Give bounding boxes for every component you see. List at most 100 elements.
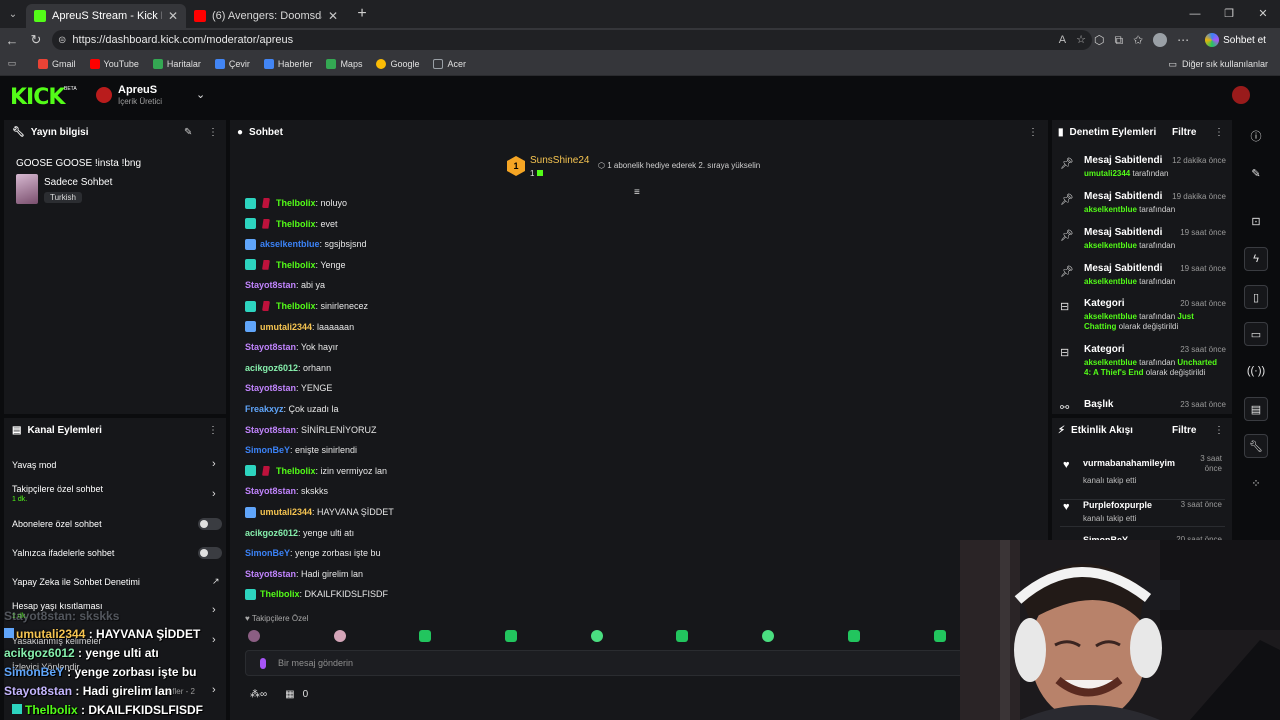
more-options-icon[interactable]: ⋮ <box>208 425 218 436</box>
profile-icon[interactable] <box>1153 33 1168 47</box>
chevron-right-icon[interactable]: › <box>212 684 216 696</box>
close-window-icon[interactable]: ✕ <box>1246 0 1280 28</box>
favorites-icon[interactable]: ✩ <box>1133 33 1143 47</box>
chat-username[interactable]: Thelbolix <box>276 466 316 476</box>
read-aloud-icon[interactable]: A <box>1059 30 1066 50</box>
chat-username[interactable]: Thelbolix <box>276 198 316 208</box>
mod-log-icon[interactable]: ▯ <box>1244 285 1268 309</box>
activity-user[interactable]: Purplefoxpurple <box>1083 500 1152 510</box>
edit-icon[interactable]: ✎ <box>1244 161 1268 185</box>
chat-username[interactable]: Thelbolix <box>276 219 316 229</box>
emote[interactable] <box>934 630 946 642</box>
chevron-right-icon[interactable]: › <box>212 634 216 646</box>
maximize-icon[interactable]: ❐ <box>1212 0 1246 28</box>
chat-username[interactable]: Stayot8stan <box>245 486 296 496</box>
chat-username[interactable]: umutali2344 <box>260 322 312 332</box>
bookmark-google[interactable]: Google <box>376 58 419 69</box>
chevron-right-icon[interactable]: › <box>212 458 216 470</box>
bookmark-gmail[interactable]: Gmail <box>38 58 76 69</box>
chat-icon[interactable]: ▭ <box>1244 322 1268 346</box>
apps-icon[interactable]: ⁘ <box>1244 471 1268 495</box>
emote[interactable] <box>848 630 860 642</box>
chat-username[interactable]: acikgoz6012 <box>245 363 298 373</box>
chat-username[interactable]: Thelbolix <box>260 589 300 599</box>
chat-username[interactable]: Stayot8stan <box>245 342 296 352</box>
collections-icon[interactable]: ⧉ <box>1114 33 1123 48</box>
channel-switcher-chevron-icon[interactable]: ⌄ <box>196 88 205 101</box>
browser-tab-youtube[interactable]: (6) Avengers: Doomsday | 18 Aralık ✕ <box>186 4 346 28</box>
mod-action-user[interactable]: akselkentblue <box>1084 358 1137 367</box>
browser-tab-kick[interactable]: ApreuS Stream - Kick Dashboard ✕ <box>26 4 186 28</box>
bookmark-haberler[interactable]: Haberler <box>263 58 312 69</box>
chevron-right-icon[interactable]: › <box>212 604 216 616</box>
activity-filter-button[interactable]: Filtre <box>1172 425 1196 436</box>
edit-icon[interactable]: ✎ <box>184 127 192 138</box>
screen-capture-icon[interactable]: ⊡ <box>1244 209 1268 233</box>
category-name[interactable]: Sadece Sohbet <box>44 177 112 188</box>
more-options-icon[interactable]: ⋮ <box>1028 127 1038 138</box>
copilot-button[interactable]: Sohbet et <box>1199 33 1272 47</box>
mod-action-user[interactable]: akselkentblue <box>1084 312 1137 321</box>
chat-username[interactable]: SimonBeY <box>245 445 290 455</box>
ai-moderation-row[interactable]: Yapay Zeka ile Sohbet Denetimi <box>12 577 140 587</box>
emote[interactable] <box>591 630 603 642</box>
emote[interactable] <box>676 630 688 642</box>
extensions-icon[interactable]: ⬡ <box>1094 33 1104 47</box>
layout-icon[interactable]: ▤ <box>1244 397 1268 421</box>
broadcast-icon[interactable]: ((·)) <box>1244 359 1268 383</box>
chat-input[interactable]: Bir mesaj gönderin <box>245 650 965 676</box>
more-options-icon[interactable]: ⋮ <box>1214 425 1224 436</box>
chat-username[interactable]: Stayot8stan <box>245 383 296 393</box>
kick-logo[interactable]: KICK <box>10 85 65 110</box>
chat-username[interactable]: Freakxyz <box>245 404 284 414</box>
chat-username[interactable]: Thelbolix <box>276 260 316 270</box>
chat-username[interactable]: SimonBeY <box>245 548 290 558</box>
subscribers-only-toggle[interactable] <box>198 518 222 530</box>
emote[interactable] <box>248 630 260 642</box>
chevron-right-icon[interactable]: › <box>212 488 216 500</box>
quick-actions-icon[interactable]: ϟ <box>1244 247 1268 271</box>
more-icon[interactable]: ⋯ <box>1177 33 1189 47</box>
channel-name[interactable]: ApreuS <box>118 84 157 96</box>
chat-username[interactable]: Stayot8stan <box>245 425 296 435</box>
users-icon[interactable]: ⁂∞ <box>250 689 267 700</box>
mod-filter-button[interactable]: Filtre <box>1172 127 1196 138</box>
bookmark-maps[interactable]: Maps <box>326 58 362 69</box>
bookmark-cevir[interactable]: Çevir <box>214 58 250 69</box>
collapse-pinned-icon[interactable]: ≡ <box>634 187 640 198</box>
mic-icon[interactable] <box>260 658 266 669</box>
chat-username[interactable]: acikgoz6012 <box>245 528 298 538</box>
emote[interactable] <box>334 630 346 642</box>
favorite-star-icon[interactable]: ☆ <box>1076 30 1086 50</box>
emote[interactable] <box>762 630 774 642</box>
user-avatar[interactable] <box>1232 86 1250 104</box>
more-options-icon[interactable]: ⋮ <box>1214 127 1224 138</box>
new-tab-icon[interactable]: + <box>350 5 374 23</box>
tab-list-chevron-icon[interactable]: ⌄ <box>0 0 26 28</box>
bookmark-acer[interactable]: Acer <box>433 58 466 69</box>
site-info-icon[interactable]: ⊜ <box>58 35 66 46</box>
external-link-icon[interactable]: ↗ <box>212 576 220 587</box>
chat-username[interactable]: Stayot8stan <box>245 280 296 290</box>
slow-mode-row[interactable]: Yavaş mod <box>12 460 56 470</box>
close-tab-icon[interactable]: ✕ <box>328 9 338 23</box>
followers-only-row[interactable]: Takipçilere özel sohbet 1 dk. <box>12 484 103 503</box>
refresh-icon[interactable]: ↻ <box>24 32 48 48</box>
emote[interactable] <box>505 630 517 642</box>
bookmark-haritalar[interactable]: Haritalar <box>152 58 201 69</box>
mod-action-user[interactable]: akselkentblue <box>1084 241 1137 250</box>
close-tab-icon[interactable]: ✕ <box>168 9 178 23</box>
emote[interactable] <box>419 630 431 642</box>
pinned-user[interactable]: SunsShine24 <box>530 155 590 166</box>
mod-action-user[interactable]: umutali2344 <box>1084 169 1130 178</box>
more-options-icon[interactable]: ⋮ <box>208 127 218 138</box>
back-icon[interactable]: ← <box>0 33 24 48</box>
chat-username[interactable]: akselkentblue <box>260 239 320 249</box>
minimize-icon[interactable]: — <box>1178 0 1212 28</box>
sidebar-toggle-icon[interactable]: ▭ <box>0 58 24 69</box>
emotes-only-toggle[interactable] <box>198 547 222 559</box>
activity-user[interactable]: vurmabanahamileyim <box>1083 458 1175 468</box>
chat-username[interactable]: umutali2344 <box>260 507 312 517</box>
other-bookmarks[interactable]: ▭ Diğer sık kullanılanlar <box>1168 52 1268 76</box>
wrench-icon[interactable]: 🔧︎ <box>1244 434 1268 458</box>
